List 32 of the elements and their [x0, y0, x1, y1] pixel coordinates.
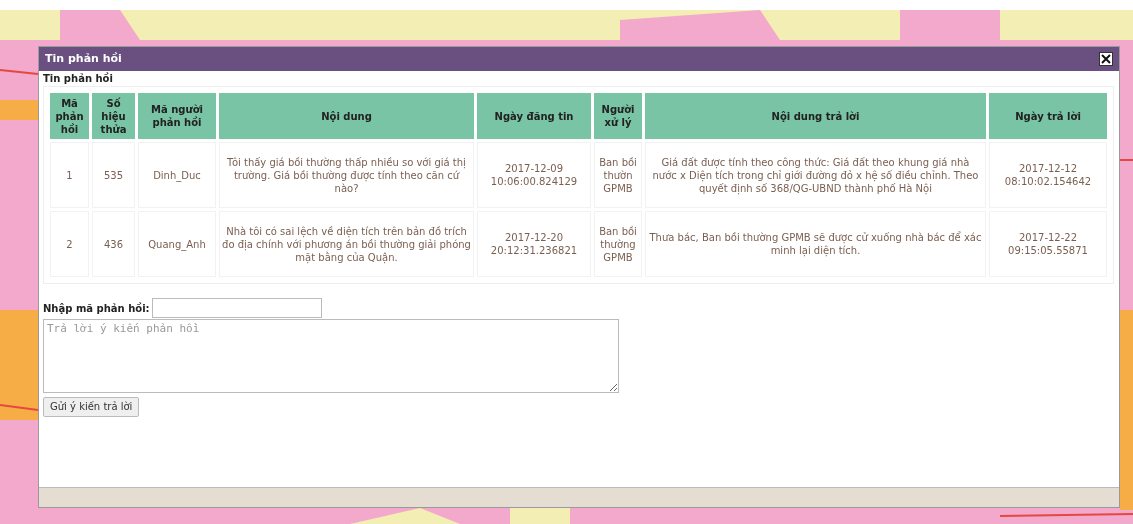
code-input-field[interactable] — [151, 298, 322, 318]
column-header: Số hiệu thửa — [92, 93, 135, 139]
table-cell: Nhà tôi có sai lệch về diện tích trên bản đồ trích đo địa chính với phương án bồi thường giải phóng mặt bằng của Quận. — [219, 211, 474, 277]
code-label: Nhập mã phản hồi: — [43, 301, 150, 316]
table-cell: 2017-12-09 10:06:00.824129 — [477, 142, 591, 208]
reply-text-field[interactable]: Trả lời ý kiến phản hồi — [43, 319, 619, 393]
column-header: Ngày trả lời — [989, 93, 1107, 139]
table-cell: Thưa bác, Ban bồi thường GPMB sẽ được cử xuống nhà bác để xác minh lại diện tích. — [645, 211, 986, 277]
table-cell: 535 — [92, 142, 135, 208]
close-icon — [1101, 54, 1111, 64]
submit-button[interactable]: Gửi ý kiến trả lời — [43, 396, 140, 417]
table-cell: 2017-12-20 20:12:31.236821 — [477, 211, 591, 277]
table-cell: 2 — [50, 211, 89, 277]
section-label: Tin phản hồi — [43, 72, 114, 86]
table-cell: Giá đất được tính theo công thức: Giá đất theo khung giá nhà nước x Diện tích trong chỉ giới đường đỏ x hệ số điều chỉnh. Theo quyết định số 368/QG-UBND thành phố Hà Nội — [645, 142, 986, 208]
column-header: Mã người phản hồi — [138, 93, 216, 139]
table-cell: Dinh_Duc — [138, 142, 216, 208]
table-cell: 1 — [50, 142, 89, 208]
table-cell: 2017-12-22 09:15:05.55871 — [989, 211, 1107, 277]
column-header: Nội dung — [219, 93, 474, 139]
column-header: Người xử lý — [594, 93, 642, 139]
column-header: Nội dung trả lời — [645, 93, 986, 139]
table-cell: Quang_Anh — [138, 211, 216, 277]
table-cell: 436 — [92, 211, 135, 277]
table-cell: Ban bồi thường GPMB — [594, 211, 642, 277]
column-header: Mã phản hồi — [50, 93, 89, 139]
dialog-title: Tin phản hồi — [45, 50, 122, 67]
column-header: Ngày đăng tin — [477, 93, 591, 139]
table-cell: Ban bồi thườn GPMB — [594, 142, 642, 208]
close-button[interactable] — [1099, 52, 1113, 66]
table-cell: Tôi thấy giá bồi thường thấp nhiều so với giá thị trường. Giá bồi thường được tính theo căn cứ nào? — [219, 142, 474, 208]
table-cell: 2017-12-12 08:10:02.154642 — [989, 142, 1107, 208]
